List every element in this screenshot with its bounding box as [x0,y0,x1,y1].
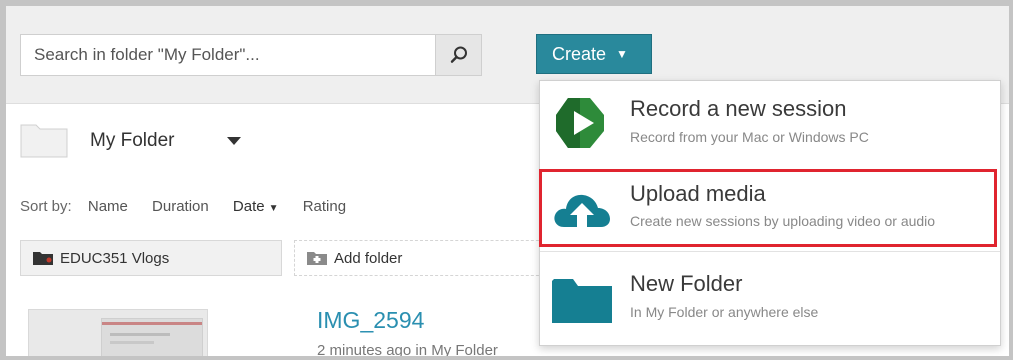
folder-icon [33,252,53,265]
thumbnail-bar [102,322,202,325]
thumbnail-line [110,333,170,336]
thumbnail-preview [101,318,203,356]
add-folder-button[interactable]: Add folder [294,240,554,276]
menu-item-subtitle: In My Folder or anywhere else [630,304,819,320]
sort-date[interactable]: Date ▼ [233,198,279,215]
menu-item-new-folder[interactable]: New Folder In My Folder or anywhere else [540,259,1000,339]
search-button[interactable] [435,35,481,75]
create-button[interactable]: Create ▼ [536,34,652,74]
session-title[interactable]: IMG_2594 [317,307,424,334]
search-icon [450,46,467,63]
menu-item-subtitle: Create new sessions by uploading video o… [630,213,936,229]
sort-bar: Sort by: Name Duration Date ▼ Rating [20,198,366,215]
add-folder-label: Add folder [334,249,403,267]
chevron-down-icon: ▼ [616,47,628,61]
menu-item-upload-media[interactable]: Upload media Create new sessions by uplo… [539,169,1000,249]
subfolder-item[interactable]: EDUC351 Vlogs [20,240,282,276]
folder-icon [552,279,612,323]
cloud-upload-icon [554,194,610,227]
create-dropdown-menu: Record a new session Record from your Ma… [539,80,1001,346]
sort-rating[interactable]: Rating [303,198,346,215]
folder-icon [20,124,68,158]
panopto-folder-view: Create ▼ My Folder Sort by: Name Duratio… [6,6,1009,356]
menu-item-subtitle: Record from your Mac or Windows PC [630,129,869,145]
menu-divider [540,251,1000,252]
menu-item-title: Record a new session [630,96,847,121]
menu-item-title: Upload media [630,181,766,206]
folder-name: My Folder [90,130,175,151]
menu-item-record-session[interactable]: Record a new session Record from your Ma… [540,83,1000,163]
add-folder-icon [307,252,327,265]
sort-duration[interactable]: Duration [152,198,209,215]
create-button-label: Create [552,43,607,64]
session-meta: 2 minutes ago in My Folder [317,342,498,356]
sort-by-label: Sort by: [20,198,72,215]
sort-date-label: Date [232,198,265,215]
search-box [20,34,482,76]
sort-descending-icon: ▼ [268,203,279,214]
thumbnail-line [110,341,154,344]
session-thumbnail[interactable] [28,309,208,356]
menu-item-title: New Folder [630,271,743,296]
caret-down-icon[interactable] [227,137,241,145]
panopto-play-icon [556,98,604,148]
sort-name[interactable]: Name [88,198,128,215]
subfolder-name: EDUC351 Vlogs [60,249,170,267]
search-input[interactable] [21,35,437,75]
